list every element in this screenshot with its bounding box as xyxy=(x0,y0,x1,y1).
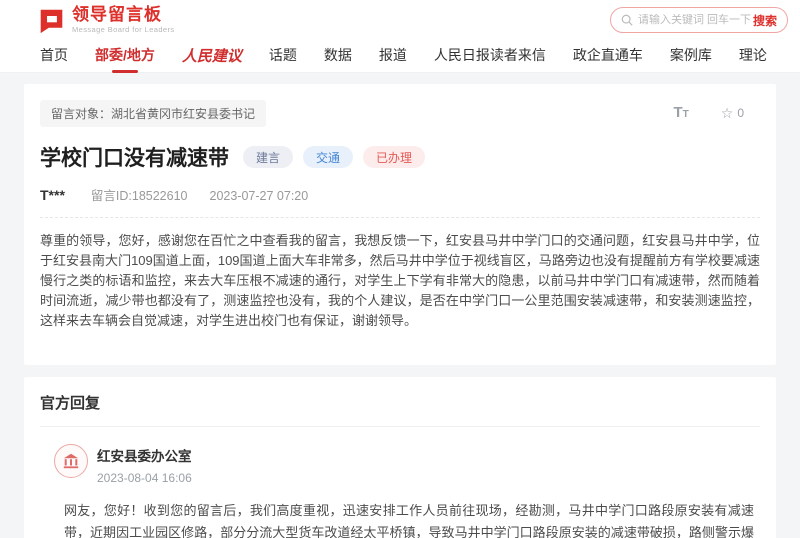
search-icon xyxy=(621,14,633,26)
reply-head-row: 红安县委办公室 2023-08-04 16:06 xyxy=(54,444,754,485)
reply-card: 官方回复 红安县委办公室 2023-08-04 16:06 网友，您好！收到您的… xyxy=(24,377,776,538)
page-main: 留言对象：湖北省黄冈市红安县委书记 TT ☆ 0 学校门口没有减速带 建言 交通… xyxy=(0,73,800,538)
font-size-toggle[interactable]: TT xyxy=(673,104,688,122)
title-row: 学校门口没有减速带 建言 交通 已办理 xyxy=(40,142,760,172)
message-card: 留言对象：湖北省黄冈市红安县委书记 TT ☆ 0 学校门口没有减速带 建言 交通… xyxy=(24,84,776,365)
message-id: 留言ID:18522610 xyxy=(90,189,188,203)
nav-item-ministries-local[interactable]: 部委/地方 xyxy=(95,45,155,67)
message-title: 学校门口没有减速带 xyxy=(40,147,229,170)
reply-section-title: 官方回复 xyxy=(40,395,101,412)
star-button[interactable]: ☆ 0 xyxy=(721,106,744,120)
author-name: T*** xyxy=(40,187,65,203)
reply-datetime: 2023-08-04 16:06 xyxy=(97,471,192,485)
badge-category: 建言 xyxy=(243,146,294,168)
nav-item-gov-enterprise[interactable]: 政企直通车 xyxy=(573,45,643,67)
message-target-tag: 留言对象：湖北省黄冈市红安县委书记 xyxy=(40,100,267,127)
badge-domain: 交通 xyxy=(303,146,354,168)
reply-paragraph: 网友，您好！收到您的留言后，我们高度重视，迅速安排工作人员前往现场，经勘测，马井… xyxy=(64,503,754,538)
site-logo[interactable]: 领导留言板 Message Board for Leaders xyxy=(38,6,175,34)
government-building-icon xyxy=(63,453,79,469)
badge-status: 已办理 xyxy=(363,146,426,168)
nav-item-peoples-suggestions[interactable]: 人民建议 xyxy=(182,45,242,68)
nav-item-topics[interactable]: 话题 xyxy=(269,45,297,67)
site-title: 领导留言板 xyxy=(72,5,162,24)
search-box[interactable]: 搜索 xyxy=(610,7,788,33)
nav-item-reader-letters[interactable]: 人民日报读者来信 xyxy=(434,45,546,67)
star-count: 0 xyxy=(737,106,744,120)
message-tools: TT ☆ 0 xyxy=(673,104,744,122)
agency-avatar xyxy=(54,444,88,478)
message-datetime: 2023-07-27 07:20 xyxy=(209,189,309,203)
nav-item-data[interactable]: 数据 xyxy=(324,45,352,67)
nav-item-reports[interactable]: 报道 xyxy=(379,45,407,67)
nav-item-theory[interactable]: 理论 xyxy=(739,45,767,67)
message-body: 尊重的领导，您好，感谢您在百忙之中查看我的留言，我想反馈一下，红安县马井中学门口… xyxy=(40,233,760,328)
author-row: T*** 留言ID:18522610 2023-07-27 07:20 xyxy=(40,185,760,218)
search-button[interactable]: 搜索 xyxy=(753,12,777,29)
agency-name: 红安县委办公室 xyxy=(97,449,192,464)
reply-body: 网友，您好！收到您的留言后，我们高度重视，迅速安排工作人员前往现场，经勘测，马井… xyxy=(64,500,754,538)
site-subtitle: Message Board for Leaders xyxy=(72,25,175,34)
search-input[interactable] xyxy=(638,14,753,26)
nav-item-home[interactable]: 首页 xyxy=(40,45,68,67)
site-header: 领导留言板 Message Board for Leaders 搜索 xyxy=(0,0,800,40)
star-icon: ☆ xyxy=(720,105,734,121)
main-nav: 首页 部委/地方 人民建议 话题 数据 报道 人民日报读者来信 政企直通车 案例… xyxy=(0,40,800,73)
logo-icon xyxy=(38,7,65,34)
nav-item-case-library[interactable]: 案例库 xyxy=(670,45,712,67)
